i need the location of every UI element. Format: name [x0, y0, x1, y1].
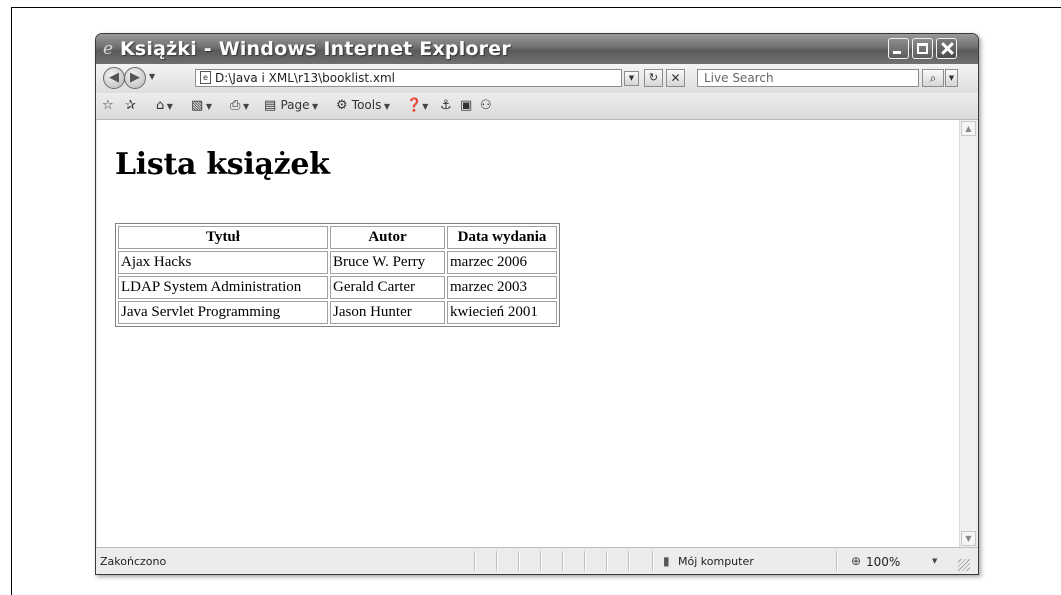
table-cell: Bruce W. Perry — [330, 251, 445, 274]
tools-menu-button[interactable]: ⚙ Tools ▼ — [336, 97, 390, 115]
printer-icon: ⎙ — [230, 98, 241, 113]
research-button[interactable]: ⚓ — [440, 97, 452, 114]
status-divider — [652, 551, 654, 571]
status-bar: Zakończono ▮ Mój komputer ⊕ 100% ▼ — [96, 547, 978, 574]
scroll-down-button[interactable]: ▼ — [961, 531, 976, 546]
search-input[interactable]: Live Search — [704, 71, 774, 85]
forward-button[interactable]: ▶ — [124, 67, 146, 89]
star-icon: ☆ — [102, 98, 114, 113]
search-button[interactable]: ⌕ — [922, 69, 944, 87]
address-input[interactable]: D:\Java i XML\r13\booklist.xml — [215, 71, 395, 85]
book-table: Tytuł Autor Data wydania Ajax Hacks Bruc… — [115, 223, 560, 327]
ie-logo-icon: e — [103, 39, 114, 59]
title-bar[interactable]: e Książki - Windows Internet Explorer — [96, 34, 978, 64]
page-icon: e — [200, 71, 211, 84]
status-divider — [606, 551, 608, 571]
zoom-level[interactable]: 100% — [866, 555, 900, 569]
chevron-down-icon: ▼ — [628, 74, 635, 82]
status-divider — [836, 551, 838, 571]
address-dropdown-button[interactable]: ▼ — [624, 71, 639, 86]
home-button[interactable]: ⌂ ▼ — [156, 97, 173, 115]
column-header-author: Autor — [330, 226, 445, 249]
back-button[interactable]: ◀ — [103, 67, 125, 89]
status-divider — [496, 551, 498, 571]
page-menu-label: Page — [280, 98, 310, 112]
column-header-title: Tytuł — [118, 226, 328, 249]
page-icon: ▤ — [264, 98, 277, 113]
status-divider — [584, 551, 586, 571]
messenger-icon: ⚇ — [480, 98, 492, 113]
page-title: Lista książek — [115, 147, 330, 182]
search-box[interactable]: Live Search — [697, 69, 919, 87]
command-bar: ☆ ✰ ⌂ ▼ ▧ ▼ ⎙ ▼ ▤ Page ▼ ⚙ Tools ▼ ❓▼ ⚓ … — [96, 93, 978, 120]
tools-menu-label: Tools — [351, 98, 382, 112]
figure-frame-left — [11, 7, 12, 595]
chevron-down-icon: ▼ — [948, 74, 955, 82]
help-icon: ❓ — [406, 98, 423, 113]
browser-window: e Książki - Windows Internet Explorer ◀ … — [95, 33, 979, 575]
feeds-icon: ▧ — [191, 98, 204, 113]
security-zone: Mój komputer — [678, 555, 754, 568]
zoom-icon[interactable]: ⊕ — [851, 554, 861, 568]
add-to-favorites-button[interactable]: ✰ — [125, 97, 136, 114]
back-arrow-icon: ◀ — [109, 70, 119, 85]
minimize-button[interactable] — [888, 38, 909, 59]
window-title: Książki - Windows Internet Explorer — [120, 38, 511, 60]
refresh-button[interactable]: ↻ — [644, 69, 663, 87]
refresh-icon: ↻ — [648, 71, 659, 84]
status-divider — [562, 551, 564, 571]
favorites-center-button[interactable]: ☆ — [102, 97, 114, 114]
scroll-up-button[interactable]: ▲ — [961, 121, 976, 136]
table-cell: Jason Hunter — [330, 301, 445, 324]
table-cell: Ajax Hacks — [118, 251, 328, 274]
research-icon: ⚓ — [440, 98, 452, 113]
stop-button[interactable]: ✕ — [666, 69, 685, 87]
zoom-dropdown[interactable]: ▼ — [932, 557, 937, 565]
table-cell: marzec 2006 — [447, 251, 557, 274]
blog-button[interactable]: ▣ — [460, 97, 472, 114]
table-cell: marzec 2003 — [447, 276, 557, 299]
table-cell: Java Servlet Programming — [118, 301, 328, 324]
help-button[interactable]: ❓▼ — [406, 97, 428, 115]
table-cell: kwiecień 2001 — [447, 301, 557, 324]
status-divider — [540, 551, 542, 571]
status-divider — [474, 551, 476, 571]
stop-icon: ✕ — [670, 71, 681, 85]
print-button[interactable]: ⎙ ▼ — [230, 97, 249, 115]
feeds-button[interactable]: ▧ ▼ — [191, 97, 212, 115]
figure-frame-top — [11, 7, 1061, 8]
table-header-row: Tytuł Autor Data wydania — [118, 226, 557, 249]
table-row: LDAP System Administration Gerald Carter… — [118, 276, 557, 299]
navigation-bar: ◀ ▶ ▼ e D:\Java i XML\r13\booklist.xml ▼… — [96, 64, 978, 93]
page-content: Lista książek Tytuł Autor Data wydania A… — [97, 120, 959, 547]
chevron-down-icon: ▼ — [965, 534, 972, 543]
messenger-button[interactable]: ⚇ — [480, 97, 492, 114]
status-divider — [518, 551, 520, 571]
forward-arrow-icon: ▶ — [130, 70, 140, 85]
resize-grip[interactable] — [958, 559, 970, 571]
search-options-dropdown[interactable]: ▼ — [945, 69, 958, 87]
address-bar[interactable]: e D:\Java i XML\r13\booklist.xml — [195, 69, 622, 87]
search-icon: ⌕ — [929, 71, 937, 85]
add-favorites-icon: ✰ — [125, 98, 136, 113]
computer-icon: ▮ — [663, 554, 670, 568]
column-header-date: Data wydania — [447, 226, 557, 249]
blog-icon: ▣ — [460, 98, 473, 113]
table-row: Ajax Hacks Bruce W. Perry marzec 2006 — [118, 251, 557, 274]
page-menu-button[interactable]: ▤ Page ▼ — [264, 97, 318, 115]
table-row: Java Servlet Programming Jason Hunter kw… — [118, 301, 557, 324]
close-button[interactable] — [936, 38, 957, 59]
table-cell: Gerald Carter — [330, 276, 445, 299]
vertical-scrollbar[interactable]: ▲ ▼ — [959, 120, 976, 547]
gear-icon: ⚙ — [336, 98, 348, 113]
status-text: Zakończono — [100, 555, 167, 568]
recent-pages-dropdown[interactable]: ▼ — [149, 72, 155, 81]
chevron-up-icon: ▲ — [965, 124, 972, 133]
maximize-button[interactable] — [912, 38, 933, 59]
status-divider — [628, 551, 630, 571]
table-cell: LDAP System Administration — [118, 276, 328, 299]
